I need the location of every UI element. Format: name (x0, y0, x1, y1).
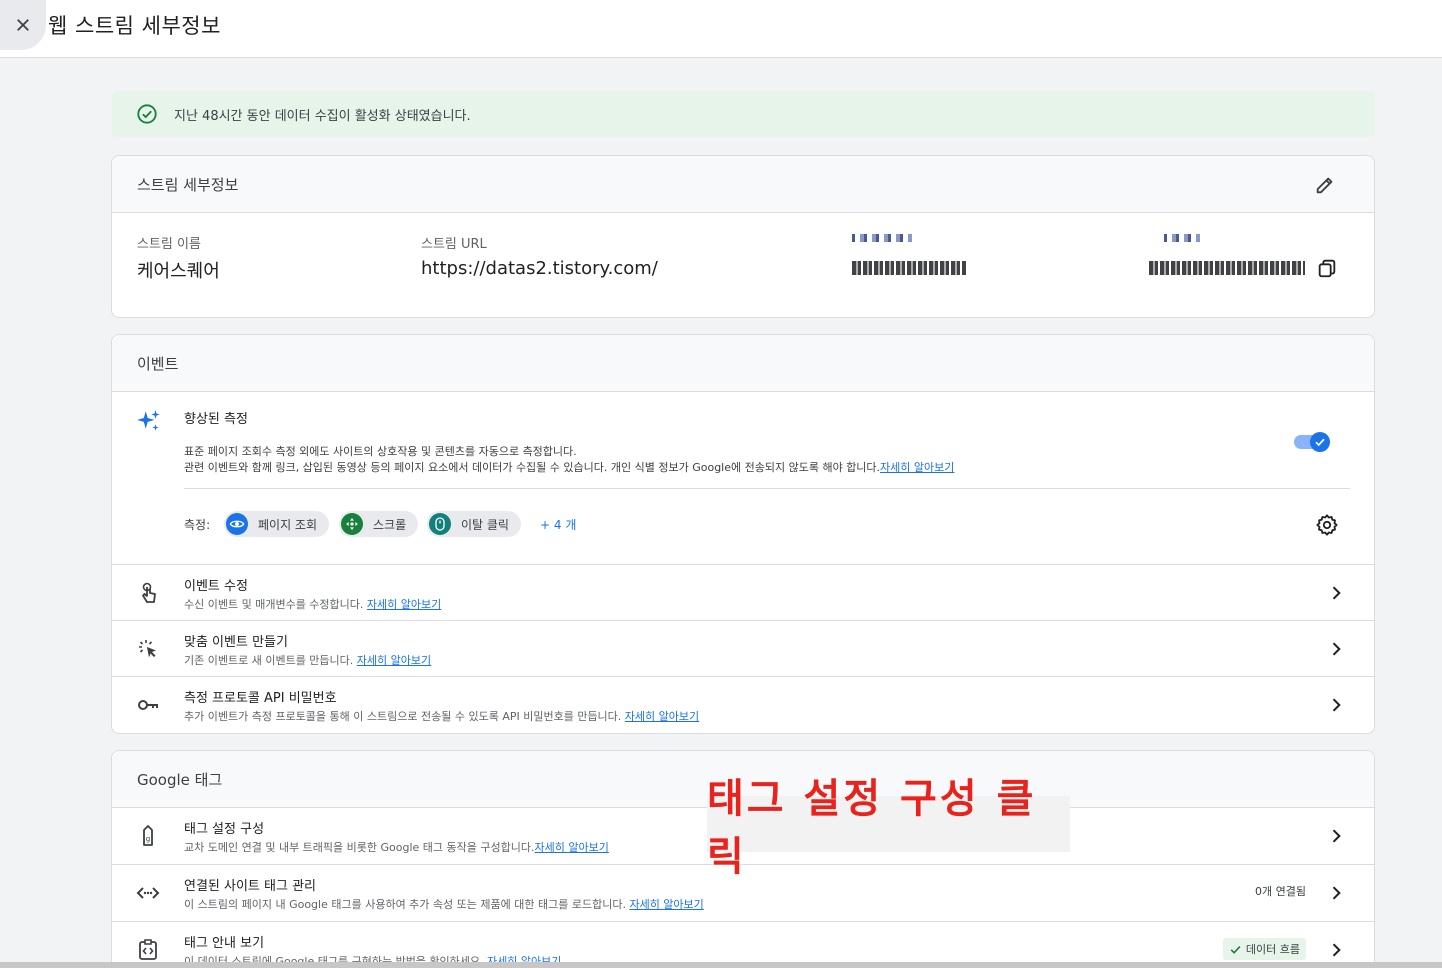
stream-id-label-redacted (852, 234, 912, 242)
events-header: 이벤트 (112, 335, 1374, 392)
desc-text: 이 스트림의 페이지 내 Google 태그를 사용하여 추가 속성 또는 제품… (184, 898, 626, 911)
events-title: 이벤트 (137, 354, 179, 373)
stream-details-card: 스트림 세부정보 스트림 이름 케어스퀘어 스트림 URL https://da… (111, 155, 1375, 318)
measurement-protocol-desc: 추가 이벤트가 측정 프로토콜을 통해 이 스트림으로 전송될 수 있도록 AP… (184, 708, 699, 724)
chevron-right-icon (1332, 886, 1341, 900)
check-circle-icon (137, 104, 157, 124)
instruction-annotation: 태그 설정 구성 클릭 (707, 776, 1070, 880)
measurement-protocol-title: 측정 프로토콜 API 비밀번호 (184, 691, 337, 706)
create-custom-event-desc: 기존 이벤트로 새 이벤트를 만듭니다. 자세히 알아보기 (184, 652, 431, 668)
measurement-id-label-redacted (1164, 234, 1200, 242)
enhanced-measurement-description: 표준 페이지 조회수 측정 외에도 사이트의 상호작용 및 콘텐츠를 자동으로 … (184, 444, 954, 476)
modify-events-title: 이벤트 수정 (184, 579, 248, 594)
enhanced-measurement-section: 향상된 측정 표준 페이지 조회수 측정 외에도 사이트의 상호작용 및 콘텐츠… (112, 392, 1374, 565)
learn-more-link[interactable]: 자세히 알아보기 (357, 654, 431, 667)
measurement-id-redacted (1149, 261, 1305, 275)
learn-more-link[interactable]: 자세히 알아보기 (367, 598, 441, 611)
chevron-right-icon (1332, 642, 1341, 656)
svg-text:g: g (146, 835, 150, 843)
chevron-right-icon (1332, 586, 1341, 600)
measurement-protocol-row[interactable]: 측정 프로토콜 API 비밀번호 추가 이벤트가 측정 프로토콜을 통해 이 스… (112, 677, 1374, 733)
learn-more-link[interactable]: 자세히 알아보기 (625, 710, 699, 723)
check-icon (1315, 438, 1325, 447)
desc-text: 기존 이벤트로 새 이벤트를 만듭니다. (184, 654, 354, 667)
view-tag-instructions-title: 태그 안내 보기 (184, 936, 265, 951)
desc-text: 교차 도메인 연결 및 내부 트래픽을 비롯한 Google 태그 동작을 구성… (184, 841, 535, 854)
scroll-move-icon (341, 513, 363, 535)
stream-details-header: 스트림 세부정보 (112, 156, 1374, 213)
status-banner: 지난 48시간 동안 데이터 수집이 활성화 상태였습니다. (112, 91, 1375, 137)
toggle-knob (1310, 432, 1330, 452)
chip-outbound-click[interactable]: 이탈 클릭 (427, 511, 521, 537)
desc-text: 추가 이벤트가 측정 프로토콜을 통해 이 스트림으로 전송될 수 있도록 AP… (184, 710, 622, 723)
chip-scroll[interactable]: 스크롤 (339, 511, 419, 537)
desc-text: 수신 이벤트 및 매개변수를 수정합니다. (184, 598, 364, 611)
modify-events-row[interactable]: 이벤트 수정 수신 이벤트 및 매개변수를 수정합니다. 자세히 알아보기 (112, 565, 1374, 621)
page-title: 웹 스트림 세부정보 (48, 14, 221, 38)
code-arrows-icon (136, 887, 160, 899)
more-measurements-link[interactable]: + 4 개 (540, 516, 576, 533)
close-icon (17, 19, 29, 31)
google-tag-title: Google 태그 (137, 770, 223, 789)
stream-url-value: https://datas2.tistory.com/ (421, 258, 658, 279)
cursor-click-icon (139, 640, 156, 658)
stream-id-redacted (852, 261, 966, 275)
connected-count-badge: 0개 연결됨 (1255, 885, 1306, 898)
stream-details-title: 스트림 세부정보 (137, 175, 239, 194)
tag-icon: g (143, 825, 153, 846)
key-icon (138, 700, 158, 710)
stream-url-label: 스트림 URL (421, 237, 487, 252)
banner-text: 지난 48시간 동안 데이터 수집이 활성화 상태였습니다. (174, 108, 471, 124)
edit-pencil-icon[interactable] (1314, 174, 1336, 196)
enhanced-desc-line-2: 관련 이벤트와 함께 링크, 삽입된 동영상 등의 페이지 요소에서 데이터가 … (184, 461, 881, 474)
events-card: 이벤트 향상된 측정 표준 페이지 조회수 측정 외에도 사이트의 상호작용 및… (111, 334, 1375, 734)
chip-label: 페이지 조회 (258, 517, 318, 532)
mouse-icon (429, 513, 451, 535)
learn-more-link[interactable]: 자세히 알아보기 (880, 461, 954, 474)
modify-events-desc: 수신 이벤트 및 매개변수를 수정합니다. 자세히 알아보기 (184, 596, 441, 612)
eye-icon (226, 513, 248, 535)
data-flowing-badge: 데이터 흐름 (1222, 938, 1306, 960)
badge-label: 데이터 흐름 (1245, 943, 1300, 956)
divider (184, 488, 1350, 489)
create-custom-event-title: 맞춤 이벤트 만들기 (184, 635, 288, 650)
enhanced-measurement-toggle[interactable] (1294, 432, 1330, 452)
chevron-right-icon (1332, 698, 1341, 712)
manage-connected-tags-title: 연결된 사이트 태그 관리 (184, 879, 316, 894)
horizontal-scrollbar[interactable] (0, 962, 1442, 968)
enhanced-desc-line-1: 표준 페이지 조회수 측정 외에도 사이트의 상호작용 및 콘텐츠를 자동으로 … (184, 445, 577, 458)
check-icon (1230, 945, 1241, 954)
chevron-right-icon (1332, 829, 1341, 843)
gear-icon[interactable] (1316, 514, 1338, 536)
top-bar: 웹 스트림 세부정보 (0, 0, 1442, 58)
measure-label: 측정: (184, 518, 211, 532)
learn-more-link[interactable]: 자세히 알아보기 (629, 898, 703, 911)
manage-connected-tags-desc: 이 스트림의 페이지 내 Google 태그를 사용하여 추가 속성 또는 제품… (184, 896, 704, 912)
chip-page-view[interactable]: 페이지 조회 (224, 511, 330, 537)
copy-icon[interactable] (1316, 257, 1338, 279)
enhanced-measurement-title: 향상된 측정 (184, 412, 248, 427)
configure-tag-settings-desc: 교차 도메인 연결 및 내부 트래픽을 비롯한 Google 태그 동작을 구성… (184, 839, 609, 855)
code-box-icon (139, 939, 157, 960)
create-custom-event-row[interactable]: 맞춤 이벤트 만들기 기존 이벤트로 새 이벤트를 만듭니다. 자세히 알아보기 (112, 621, 1374, 677)
chip-label: 스크롤 (373, 517, 407, 532)
stream-name-value: 케어스퀘어 (137, 261, 220, 282)
configure-tag-settings-title: 태그 설정 구성 (184, 822, 265, 837)
touch-hand-icon (142, 582, 156, 603)
chip-label: 이탈 클릭 (461, 517, 509, 532)
stream-name-label: 스트림 이름 (137, 237, 201, 252)
chevron-right-icon (1332, 943, 1341, 957)
close-button[interactable] (0, 0, 46, 50)
learn-more-link[interactable]: 자세히 알아보기 (535, 841, 609, 854)
sparkle-icon (137, 410, 160, 431)
